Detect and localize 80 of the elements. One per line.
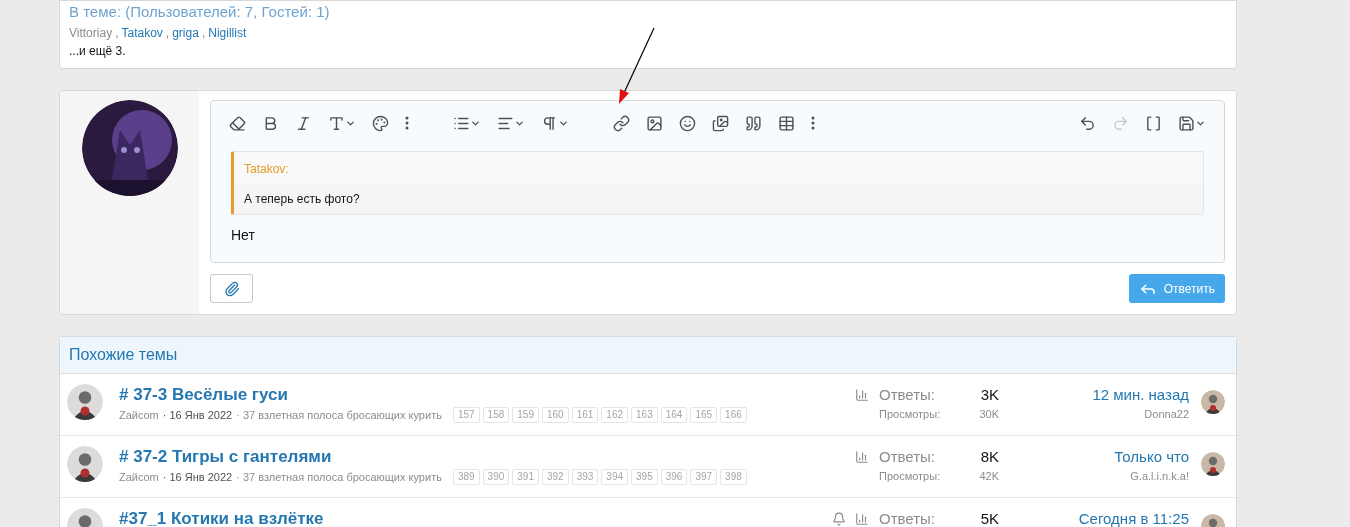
fullscreen-icon (1145, 114, 1162, 132)
last-post-time[interactable]: Только что (1114, 446, 1189, 468)
page-link[interactable]: 392 (541, 469, 569, 486)
last-post-user[interactable]: Donna22 (1144, 406, 1189, 423)
more-icon (405, 116, 409, 130)
undo-icon (1079, 114, 1096, 132)
replies-label: Ответы: (879, 509, 935, 527)
page-link[interactable]: 390 (482, 469, 510, 486)
page-link[interactable]: 164 (660, 407, 688, 424)
message-text: Нет (230, 226, 256, 245)
page-link[interactable]: 159 (512, 407, 539, 424)
online-title: В теме: (Пользователей: 7, Гостей: 1) (69, 3, 331, 21)
more-icon (811, 116, 815, 130)
page-link[interactable]: 158 (482, 407, 510, 424)
page-link[interactable]: 161 (571, 407, 599, 424)
thread-title[interactable]: # 37-3 Весёлые гуси (119, 384, 826, 406)
text-size-icon (328, 114, 345, 132)
reply-button[interactable]: Ответить (1128, 274, 1225, 303)
page-link[interactable]: 393 (571, 469, 599, 486)
replies-count: 8K (980, 447, 999, 467)
last-post-time[interactable]: 12 мин. назад (1092, 384, 1189, 406)
user-link[interactable]: Vittoriay (69, 24, 113, 42)
link-icon (613, 114, 630, 132)
separator-comma: , (165, 25, 170, 42)
page-link[interactable]: 389 (452, 469, 480, 486)
section-title: Похожие темы (60, 337, 1236, 374)
page-link[interactable]: 163 (631, 407, 658, 424)
thread-date: · 16 Янв 2022 (162, 470, 233, 485)
last-post-time[interactable]: Сегодня в 11:25 (1078, 508, 1189, 527)
page-link[interactable]: 395 (631, 469, 658, 486)
thread-author[interactable]: Zaйcom (119, 469, 159, 486)
page-link[interactable]: 162 (601, 407, 629, 424)
replies-count: 5K (980, 509, 999, 527)
thread-forum[interactable]: · 37 взлетная полоса бросающих курить (236, 469, 442, 486)
thread-date: · 16 Янв 2022 (162, 408, 233, 423)
user-link[interactable]: griga (172, 24, 199, 42)
replies-label: Ответы: (879, 447, 935, 467)
page-link[interactable]: 166 (720, 407, 747, 424)
page-link[interactable]: 160 (541, 407, 569, 424)
italic-icon (295, 114, 312, 132)
quote-icon (745, 114, 762, 132)
redo-icon (1112, 114, 1129, 132)
image-icon (646, 114, 663, 132)
quote-author: Tatakov: (234, 152, 1203, 184)
page-link[interactable]: 391 (512, 469, 539, 486)
separator-comma: , (115, 25, 119, 42)
thread-forum[interactable]: · 37 взлетная полоса бросающих курить (236, 407, 442, 424)
eraser-icon (229, 114, 246, 132)
page-link[interactable]: 398 (720, 469, 747, 486)
paperclip-icon (223, 280, 240, 297)
page-link[interactable]: 397 (690, 469, 718, 486)
gallery-icon (712, 114, 729, 132)
page-link[interactable]: 165 (690, 407, 718, 424)
user-link[interactable]: Nigillist (208, 24, 247, 42)
smile-icon (679, 114, 696, 132)
paragraph-icon (541, 114, 558, 132)
user-link[interactable]: Tatakov (121, 24, 163, 42)
stats-icon (855, 512, 869, 526)
views-count: 42K (979, 469, 999, 484)
more-users: ...и ещё 3. (69, 43, 127, 60)
table-icon (778, 114, 795, 132)
save-icon (1178, 114, 1195, 132)
palette-icon (372, 114, 389, 132)
views-label: Просмотры: (879, 469, 941, 484)
thread-title[interactable]: # 37-2 Тигры с гантелями (119, 446, 826, 468)
stats-icon (855, 450, 869, 464)
thread-title[interactable]: #37_1 Котики на взлётке (119, 508, 826, 527)
quote-text: А теперь есть фото? (243, 191, 361, 208)
views-label: Просмотры: (879, 407, 941, 422)
replies-label: Ответы: (879, 385, 935, 405)
page-link[interactable]: 394 (601, 469, 629, 486)
page-link[interactable]: 396 (660, 469, 688, 486)
attach-button[interactable] (210, 274, 253, 303)
stats-icon (855, 388, 869, 402)
views-count: 30K (979, 407, 999, 422)
replies-count: 3K (980, 385, 999, 405)
page-link[interactable]: 157 (452, 407, 480, 424)
thread-author[interactable]: Zaйcom (119, 407, 159, 424)
last-post-user[interactable]: G.a.l.i.n.k.a! (1130, 468, 1189, 485)
separator-comma: , (201, 25, 206, 42)
